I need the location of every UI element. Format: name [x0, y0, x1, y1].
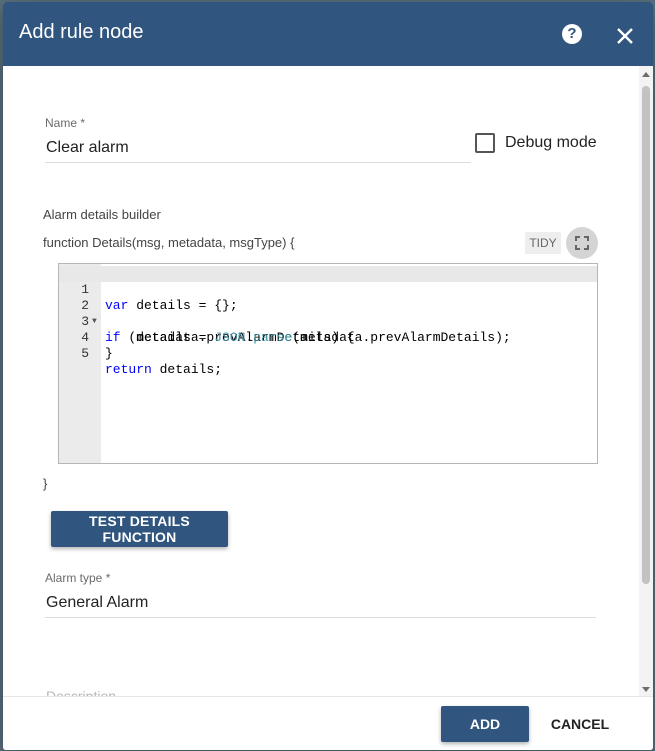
dialog-footer: ADD CANCEL — [3, 696, 653, 750]
line-number: 5 — [81, 346, 89, 361]
fullscreen-button[interactable] — [566, 227, 598, 259]
tidy-button[interactable]: TIDY — [525, 232, 561, 254]
name-label: Name * — [45, 116, 86, 130]
close-icon[interactable] — [615, 26, 635, 46]
alarm-type-label: Alarm type * — [45, 571, 111, 585]
code-text: return details; — [105, 362, 223, 377]
debug-mode-checkbox[interactable] — [475, 133, 495, 153]
builder-label: Alarm details builder — [43, 207, 161, 222]
function-closing-brace: } — [43, 476, 48, 491]
code-line: 3 details = JSON.parse(metadata.prevAlar… — [59, 298, 597, 345]
code-line: 4 } — [59, 314, 597, 361]
dialog-content: Name * Debug mode Alarm details builder … — [3, 66, 639, 696]
help-icon[interactable]: ? — [562, 24, 582, 44]
alarm-type-underline — [45, 617, 596, 618]
dialog-header: Add rule node ? — [3, 2, 653, 66]
test-details-function-button[interactable]: TEST DETAILS FUNCTION — [51, 511, 228, 547]
add-button[interactable]: ADD — [441, 706, 529, 742]
description-label: Description — [46, 688, 117, 696]
scroll-down-arrow-icon[interactable] — [642, 687, 650, 692]
cancel-button[interactable]: CANCEL — [543, 706, 617, 742]
scroll-thumb[interactable] — [642, 86, 650, 584]
function-signature: function Details(msg, metadata, msgType)… — [43, 235, 295, 250]
code-line: 2 ▼ if (metadata.prevAlarmDetails) { — [59, 282, 597, 345]
alarm-type-input[interactable] — [46, 593, 591, 613]
name-input[interactable] — [46, 138, 466, 158]
code-editor[interactable]: 1 var details = {}; 2 ▼ if (metadata.pre… — [58, 263, 598, 464]
dialog-title: Add rule node — [19, 21, 144, 43]
add-rule-node-dialog: Add rule node ? Name * Debug mode Alarm … — [3, 2, 653, 750]
code-line: 5 return details; — [59, 330, 597, 377]
code-line: 1 var details = {}; — [59, 266, 597, 313]
fullscreen-icon — [575, 236, 589, 250]
debug-mode-label[interactable]: Debug mode — [505, 134, 597, 152]
name-underline — [45, 162, 471, 163]
scroll-up-arrow-icon[interactable] — [642, 72, 650, 77]
vertical-scrollbar[interactable] — [639, 66, 653, 696]
